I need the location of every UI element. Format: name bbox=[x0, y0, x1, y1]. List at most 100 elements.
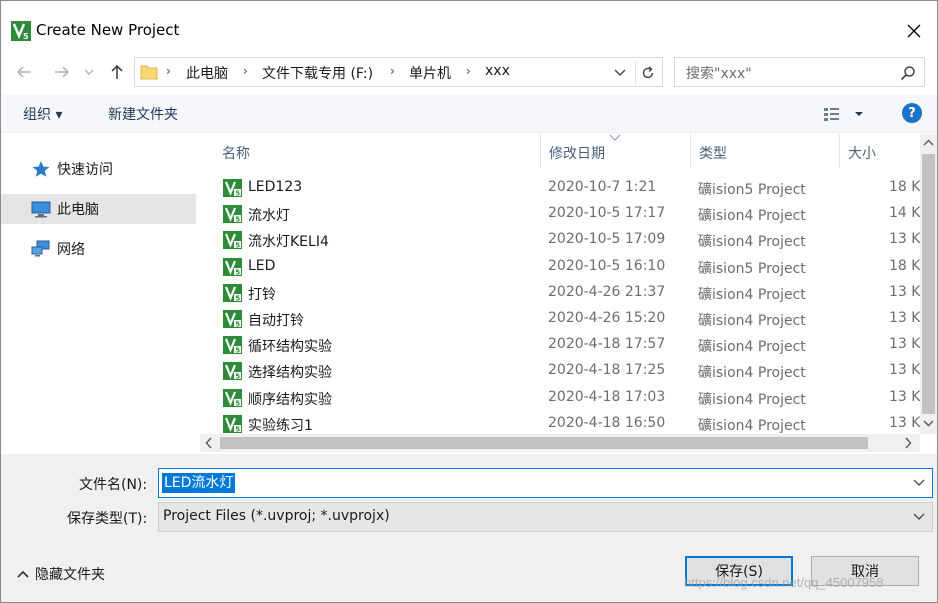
file-size: 13 K bbox=[889, 388, 920, 405]
svg-text:5: 5 bbox=[235, 425, 240, 433]
search-box[interactable]: 搜索"xxx" bbox=[674, 57, 925, 87]
chevron-up-icon bbox=[17, 570, 29, 578]
file-date: 2020-4-26 15:20 bbox=[548, 310, 666, 326]
file-type: 礦ision4 Project bbox=[698, 234, 806, 251]
filetype-label: 保存类型(T): bbox=[67, 511, 148, 527]
watermark-text: https://blog.csdn.net/qq_45007958 bbox=[684, 575, 884, 590]
breadcrumb-mcu[interactable]: 单片机 bbox=[409, 63, 451, 83]
nav-item-quick-access[interactable]: 快速访问 bbox=[1, 154, 196, 184]
file-row[interactable]: 5 流水灯 2020-10-5 17:17 礦ision4 Project 14 K bbox=[200, 201, 920, 227]
svg-text:5: 5 bbox=[235, 268, 240, 276]
refresh-icon bbox=[642, 66, 653, 79]
new-folder-button[interactable]: 新建文件夹 bbox=[108, 104, 178, 124]
network-icon bbox=[31, 240, 50, 257]
chevron-down-icon[interactable] bbox=[912, 477, 926, 489]
file-size: 13 K bbox=[889, 414, 920, 431]
file-name: 打铃 bbox=[248, 286, 276, 303]
file-row[interactable]: 5 选择结构实验 2020-4-18 17:25 礦ision4 Project 13 … bbox=[200, 358, 920, 384]
file-date: 2020-10-5 17:17 bbox=[548, 205, 666, 222]
file-row[interactable]: 5 LED 2020-10-5 16:10 礦ision5 Project 18 K bbox=[200, 254, 920, 280]
file-row[interactable]: 5 流水灯KELI4 2020-10-5 17:09 礦ision4 Project 1… bbox=[200, 227, 920, 253]
keil-project-icon: 5 bbox=[223, 414, 242, 433]
arrow-left-icon bbox=[16, 66, 31, 78]
scroll-right-icon[interactable] bbox=[903, 437, 913, 449]
file-date: 2020-10-5 16:10 bbox=[548, 257, 666, 274]
keil-project-icon: 5 bbox=[223, 179, 242, 197]
file-type: 礦ision4 Project bbox=[698, 339, 806, 356]
file-size: 13 K bbox=[889, 362, 920, 379]
column-header-size[interactable]: 大小 bbox=[840, 134, 920, 168]
breadcrumb-xxx[interactable]: xxx bbox=[485, 63, 510, 79]
filename-input[interactable]: LED流水灯 bbox=[158, 468, 933, 498]
file-date: 2020-4-18 17:03 bbox=[548, 388, 666, 405]
column-header-label: 名称 bbox=[222, 146, 250, 162]
column-header-label: 大小 bbox=[848, 146, 876, 162]
file-date: 2020-4-26 21:37 bbox=[548, 283, 666, 300]
refresh-button[interactable] bbox=[635, 61, 659, 85]
svg-text:5: 5 bbox=[235, 320, 240, 328]
filetype-value: Project Files (*.uvproj; *.uvprojx) bbox=[163, 508, 390, 524]
file-row[interactable]: 5 顺序结构实验 2020-4-18 17:03 礦ision4 Project 13 … bbox=[200, 385, 920, 411]
close-button[interactable] bbox=[899, 17, 929, 45]
address-bar[interactable]: › 此电脑 › 文件下载专用 (F:) › 单片机 › xxx bbox=[134, 57, 663, 87]
svg-text:5: 5 bbox=[235, 189, 240, 197]
file-size: 18 K bbox=[889, 179, 920, 195]
search-placeholder[interactable]: 搜索"xxx" bbox=[686, 63, 752, 83]
breadcrumb-separator: › bbox=[166, 64, 171, 78]
help-icon[interactable]: ? bbox=[902, 103, 922, 123]
scroll-left-icon[interactable] bbox=[204, 437, 214, 449]
scroll-up-icon[interactable] bbox=[923, 138, 934, 148]
arrow-right-icon bbox=[55, 66, 70, 78]
hide-folders-toggle[interactable]: 隐藏文件夹 bbox=[17, 564, 105, 584]
vertical-scrollbar[interactable] bbox=[920, 134, 937, 434]
file-date: 2020-4-18 17:57 bbox=[548, 336, 666, 353]
file-size: 13 K bbox=[889, 283, 920, 300]
svg-text:5: 5 bbox=[235, 373, 240, 381]
back-button[interactable] bbox=[13, 61, 35, 83]
column-header-name[interactable]: 名称 bbox=[214, 134, 541, 168]
horizontal-scroll-thumb[interactable] bbox=[220, 437, 868, 449]
breadcrumb-this-pc[interactable]: 此电脑 bbox=[186, 63, 228, 83]
file-row[interactable]: 5 循环结构实验 2020-4-18 17:57 礦ision4 Project 13 … bbox=[200, 332, 920, 358]
file-row[interactable]: 5 实验练习1 2020-4-18 16:50 礦ision4 Project 13 K bbox=[200, 411, 920, 434]
navigation-pane: 快速访问 此电脑 网络 bbox=[1, 134, 200, 454]
file-name: 循环结构实验 bbox=[248, 339, 332, 356]
nav-item-this-pc[interactable]: 此电脑 bbox=[1, 194, 196, 224]
file-row[interactable]: 5 打铃 2020-4-26 21:37 礦ision4 Project 13 K bbox=[200, 280, 920, 306]
close-icon bbox=[907, 24, 921, 38]
forward-button[interactable] bbox=[51, 61, 73, 83]
scroll-down-icon[interactable] bbox=[923, 418, 934, 428]
nav-label: 此电脑 bbox=[57, 202, 99, 218]
keil-project-icon: 5 bbox=[223, 310, 242, 328]
hide-folders-label: 隐藏文件夹 bbox=[35, 567, 105, 583]
file-row[interactable]: 5 自动打铃 2020-4-26 15:20 礦ision4 Project 13 K bbox=[200, 306, 920, 332]
breadcrumb-separator: › bbox=[243, 64, 248, 78]
chevron-down-icon[interactable] bbox=[612, 64, 628, 80]
breadcrumb-drive-f[interactable]: 文件下载专用 (F:) bbox=[262, 63, 373, 83]
file-date: 2020-10-7 1:21 bbox=[548, 179, 657, 195]
file-name: LED123 bbox=[248, 179, 303, 195]
file-name: 自动打铃 bbox=[248, 313, 304, 329]
filetype-select[interactable]: Project Files (*.uvproj; *.uvprojx) bbox=[158, 502, 933, 532]
recent-locations-button[interactable] bbox=[82, 61, 96, 83]
view-options-icon[interactable] bbox=[823, 105, 863, 123]
file-size: 18 K bbox=[889, 257, 920, 274]
horizontal-scrollbar[interactable] bbox=[200, 434, 920, 452]
up-button[interactable] bbox=[106, 61, 128, 83]
svg-text:5: 5 bbox=[235, 399, 240, 407]
title-bar: 5 Create New Project bbox=[1, 1, 937, 47]
file-name: 流水灯 bbox=[248, 208, 290, 225]
file-size: 13 K bbox=[889, 336, 920, 353]
organize-menu-button[interactable]: 组织 ▾ bbox=[23, 104, 62, 124]
window-title: Create New Project bbox=[36, 21, 180, 39]
file-date: 2020-4-18 16:50 bbox=[548, 414, 666, 431]
file-row[interactable]: 5 LED123 2020-10-7 1:21 礦ision5 Project 18 K bbox=[200, 175, 920, 201]
sort-descending-icon bbox=[609, 134, 621, 141]
column-header-type[interactable]: 类型 bbox=[691, 134, 840, 168]
vertical-scroll-thumb[interactable] bbox=[922, 154, 935, 414]
filename-value[interactable]: LED流水灯 bbox=[162, 473, 236, 493]
file-type: 礦ision4 Project bbox=[698, 286, 806, 303]
nav-item-network[interactable]: 网络 bbox=[1, 234, 196, 264]
keil-project-icon: 5 bbox=[223, 205, 242, 224]
breadcrumb-separator: › bbox=[390, 64, 395, 78]
